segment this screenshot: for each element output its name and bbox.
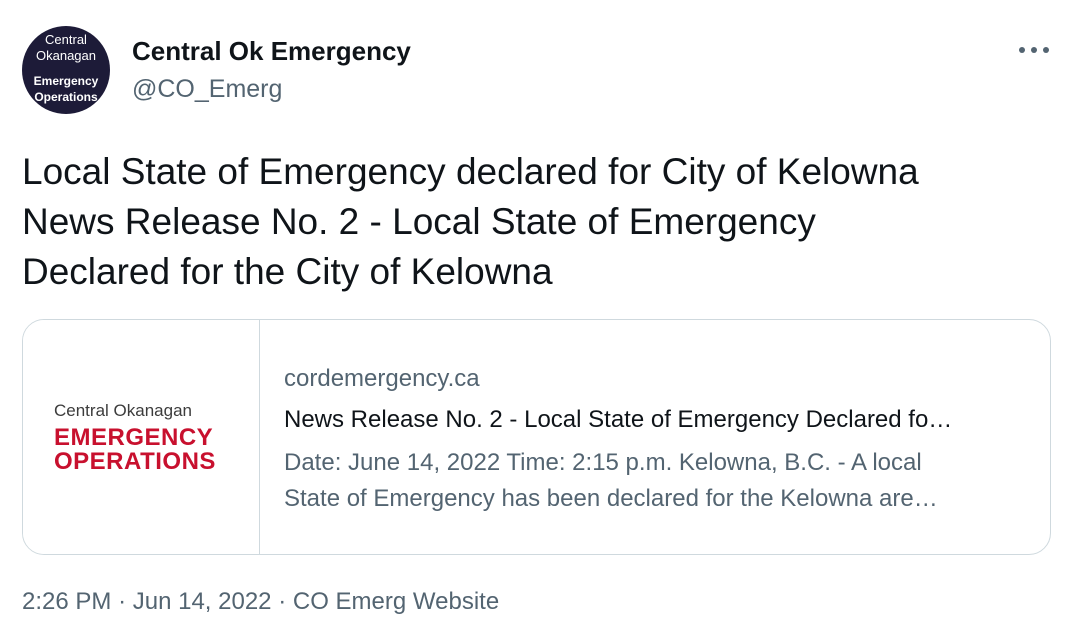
card-body[interactable]: cordemergency.ca News Release No. 2 - Lo… xyxy=(260,320,1050,554)
card-title: News Release No. 2 - Local State of Emer… xyxy=(284,406,953,433)
avatar-text-line: Okanagan xyxy=(36,48,96,63)
avatar[interactable]: Central Okanagan Emergency Operations xyxy=(22,26,110,114)
meta-separator: · xyxy=(278,588,287,615)
avatar-text-line: Central xyxy=(45,32,87,47)
tweet-date[interactable]: Jun 14, 2022 xyxy=(133,588,272,615)
avatar-text-line: Operations xyxy=(34,90,98,104)
card-domain: cordemergency.ca xyxy=(284,365,480,392)
tweet-text: Local State of Emergency declared for Ci… xyxy=(22,147,1062,297)
tweet-meta: 2:26 PM · Jun 14, 2022 · CO Emerg Websit… xyxy=(22,588,499,616)
more-options-button[interactable] xyxy=(1014,36,1054,64)
card-description: Date: June 14, 2022 Time: 2:15 p.m. Kelo… xyxy=(284,445,1044,517)
logo-subtitle: Central Okanagan xyxy=(54,401,192,420)
card-logo-image[interactable]: Central Okanagan EMERGENCY OPERATIONS xyxy=(23,320,260,554)
logo-line: OPERATIONS xyxy=(54,448,216,475)
link-preview-card[interactable]: Central Okanagan EMERGENCY OPERATIONS co… xyxy=(22,319,1051,555)
tweet: Central Okanagan Emergency Operations Ce… xyxy=(0,0,1080,632)
meta-separator: · xyxy=(118,588,127,615)
tweet-time[interactable]: 2:26 PM xyxy=(22,588,111,615)
tweet-text-line: Declared for the City of Kelowna xyxy=(22,251,553,292)
tweet-source[interactable]: CO Emerg Website xyxy=(293,588,499,615)
more-horizontal-icon xyxy=(1019,47,1049,53)
logo-wordmark: EMERGENCY OPERATIONS xyxy=(54,426,216,474)
card-description-line: State of Emergency has been declared for… xyxy=(284,485,938,512)
logo-line: EMERGENCY xyxy=(54,424,214,451)
card-description-line: Date: June 14, 2022 Time: 2:15 p.m. Kelo… xyxy=(284,449,922,476)
author-handle[interactable]: @CO_Emerg xyxy=(132,74,282,104)
avatar-text-line: Emergency xyxy=(33,74,99,88)
author-display-name[interactable]: Central Ok Emergency xyxy=(132,36,411,66)
tweet-text-line: News Release No. 2 - Local State of Emer… xyxy=(22,201,816,242)
tweet-text-line: Local State of Emergency declared for Ci… xyxy=(22,151,919,192)
